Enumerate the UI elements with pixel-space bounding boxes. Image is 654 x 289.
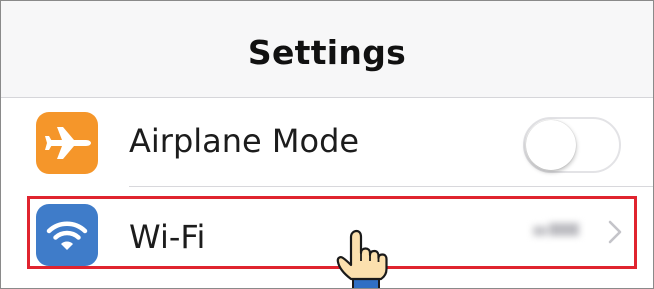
settings-screen: Settings Airplane Mode Wi-Fi	[0, 0, 654, 289]
airplane-mode-toggle[interactable]	[523, 117, 621, 173]
hand-pointer-icon	[333, 223, 395, 288]
airplane-icon	[36, 112, 98, 174]
settings-row-airplane-mode[interactable]: Airplane Mode	[1, 98, 653, 187]
toggle-knob	[526, 120, 576, 170]
wifi-highlight-box	[27, 196, 637, 269]
row-separator	[129, 186, 653, 187]
airplane-mode-label: Airplane Mode	[129, 122, 360, 160]
page-title: Settings	[247, 33, 407, 72]
navigation-bar: Settings	[1, 1, 653, 98]
